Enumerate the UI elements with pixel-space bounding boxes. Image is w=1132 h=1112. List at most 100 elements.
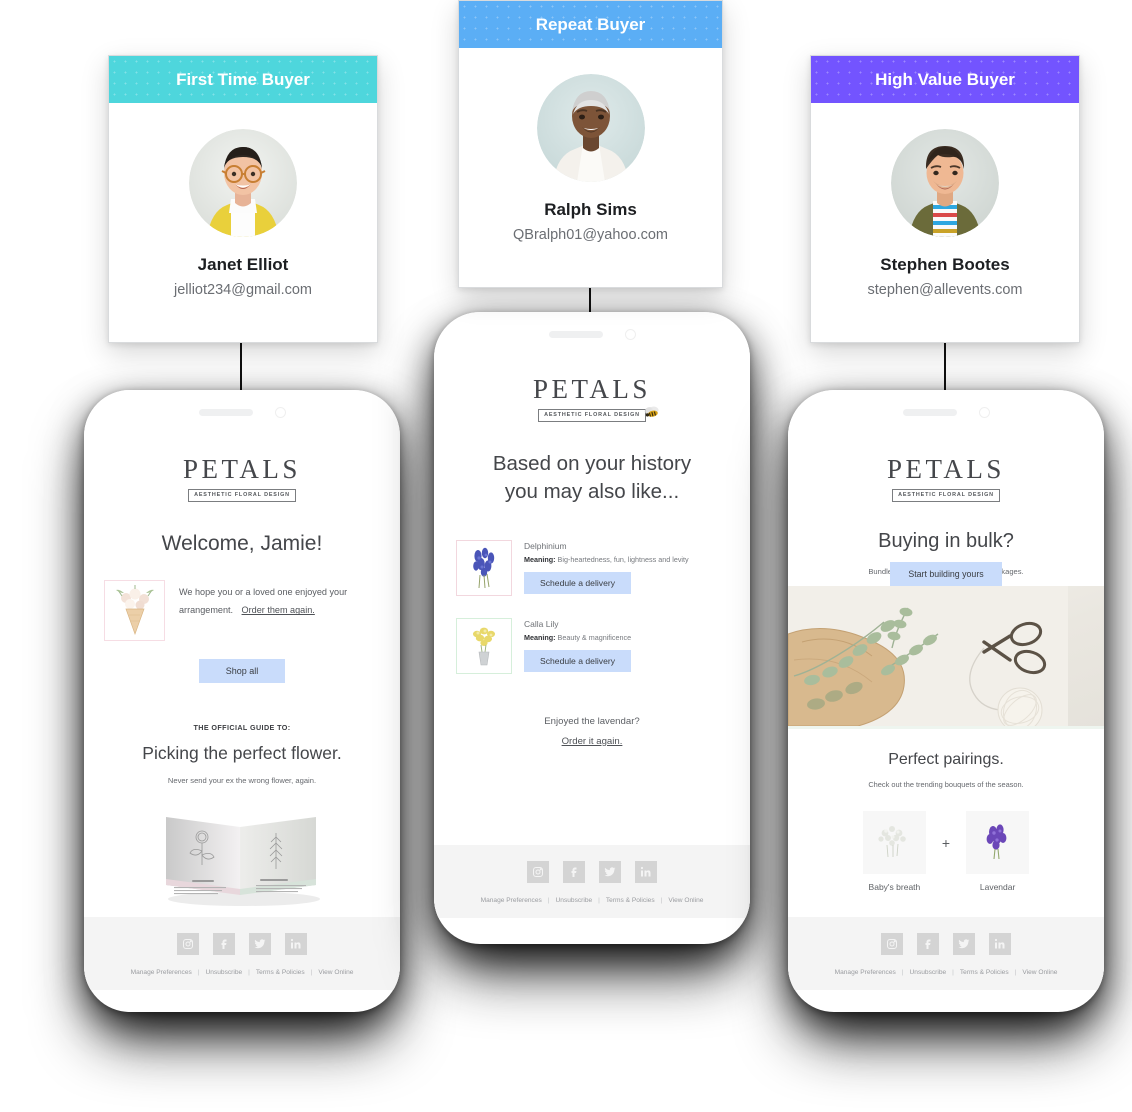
card-body: Stephen Bootes stephen@allevents.com: [811, 103, 1079, 324]
product-meaning: Meaning: Beauty & magnificence: [524, 633, 631, 642]
pairings-title: Perfect pairings.: [888, 750, 1004, 768]
recommendations-heading-line2: you may also like...: [504, 479, 680, 503]
avatar-photo-janet: [189, 129, 297, 237]
hero-divider: [788, 725, 1104, 729]
lavendar-thumb: [966, 810, 1030, 874]
footer-sep: |: [197, 969, 200, 976]
start-building-button[interactable]: Start building yours: [890, 561, 1002, 586]
email-screen-bulk: PETALS AESTHETIC FLORAL DESIGN Buying in…: [788, 434, 1104, 990]
profile-card-high-value-buyer[interactable]: High Value Buyer Stephen Bootes stephen@…: [810, 55, 1080, 343]
social-links: [84, 933, 400, 955]
meaning-value: Beauty & magnificence: [557, 632, 632, 642]
product-row-delphinium: Delphinium Meaning: Big-heartedness, fun…: [434, 539, 750, 596]
footer-link-unsubscribe[interactable]: Unsubscribe: [556, 897, 593, 904]
footer-link-manage-preferences[interactable]: Manage Preferences: [835, 969, 896, 976]
footer-link-terms-policies[interactable]: Terms & Policies: [960, 969, 1009, 976]
footer-link-manage-preferences[interactable]: Manage Preferences: [131, 969, 192, 976]
footer-link-terms-policies[interactable]: Terms & Policies: [256, 969, 305, 976]
facebook-icon[interactable]: [563, 861, 585, 883]
schedule-delivery-button-calla-lily[interactable]: Schedule a delivery: [524, 649, 632, 672]
lavendar-icon: [986, 824, 1006, 860]
welcome-hero-block: We hope you or a loved one enjoyed your …: [84, 579, 400, 641]
footer-sep: |: [901, 969, 904, 976]
email-screen-welcome: PETALS AESTHETIC FLORAL DESIGN Welcome, …: [84, 434, 400, 990]
composition-canvas: PETALS AESTHETIC FLORAL DESIGN Welcome, …: [0, 0, 1132, 1112]
twitter-icon[interactable]: [249, 933, 271, 955]
product-name: Delphinium: [524, 540, 567, 551]
footer-link-manage-preferences[interactable]: Manage Preferences: [481, 897, 542, 904]
footer-sep: |: [660, 897, 663, 904]
babys-breath-icon: [878, 826, 907, 858]
phone-speaker: [548, 330, 603, 338]
instagram-icon[interactable]: [881, 933, 903, 955]
pairings-subtitle: Check out the trending bouquets of the s…: [868, 779, 1024, 789]
profile-card-first-time-buyer[interactable]: First Time Buyer Janet Elliot jelliot234…: [108, 55, 378, 343]
avatar-janet-elliot: [189, 129, 297, 237]
pairing-item-babys-breath[interactable]: Baby's breath: [862, 810, 926, 892]
reorder-question: Enjoyed the lavendar?: [544, 715, 640, 727]
twitter-icon[interactable]: [599, 861, 621, 883]
footer-sep: |: [1014, 969, 1017, 976]
footer-link-terms-policies[interactable]: Terms & Policies: [606, 897, 655, 904]
petals-wordmark: PETALS: [887, 454, 1005, 484]
card-email: QBralph01@yahoo.com: [513, 227, 668, 243]
footer-sep: |: [310, 969, 313, 976]
bulk-hero-illustration: [788, 585, 1068, 726]
card-badge-repeat-buyer: Repeat Buyer: [459, 1, 722, 48]
avatar-stephen-bootes: [891, 129, 999, 237]
petals-tagline: AESTHETIC FLORAL DESIGN: [538, 408, 646, 422]
delphinium-icon: [473, 547, 495, 588]
twitter-icon[interactable]: [953, 933, 975, 955]
footer-link-unsubscribe[interactable]: Unsubscribe: [206, 969, 243, 976]
instagram-icon[interactable]: [527, 861, 549, 883]
footer-link-view-online[interactable]: View Online: [318, 969, 353, 976]
email-footer: Manage Preferences | Unsubscribe | Terms…: [84, 917, 400, 990]
petals-wordmark: PETALS: [183, 454, 301, 484]
delphinium-thumb: [456, 539, 512, 596]
card-name: Stephen Bootes: [880, 255, 1010, 274]
card-name: Janet Elliot: [197, 255, 289, 274]
instagram-icon[interactable]: [177, 933, 199, 955]
footer-links: Manage Preferences | Unsubscribe | Terms…: [84, 969, 400, 976]
schedule-delivery-button-delphinium[interactable]: Schedule a delivery: [524, 571, 632, 594]
card-name: Ralph Sims: [544, 200, 637, 219]
avatar-ralph-sims: [536, 74, 645, 182]
open-book-illustration: [166, 816, 320, 906]
footer-sep: |: [952, 969, 954, 976]
linkedin-icon[interactable]: [285, 933, 307, 955]
facebook-icon[interactable]: [213, 933, 235, 955]
footer-link-view-online[interactable]: View Online: [1022, 969, 1057, 976]
bulk-heading: Buying in bulk?: [878, 529, 1014, 552]
bulk-hero-block: Start building yours: [788, 561, 1104, 726]
reorder-block: Enjoyed the lavendar? Order it again.: [434, 716, 750, 747]
pairing-item-lavendar[interactable]: Lavendar: [966, 810, 1030, 892]
footer-link-view-online[interactable]: View Online: [668, 897, 703, 904]
product-name: Calla Lily: [524, 618, 559, 629]
phone-notch: [788, 390, 1104, 434]
linkedin-icon[interactable]: [989, 933, 1011, 955]
order-again-link[interactable]: Order them again.: [242, 605, 315, 615]
eucalyptus-wrapping-paper-scissors: [788, 585, 1104, 726]
footer-links: Manage Preferences | Unsubscribe | Terms…: [434, 897, 750, 904]
card-email: stephen@allevents.com: [867, 282, 1023, 298]
profile-card-repeat-buyer[interactable]: Repeat Buyer Ralph Sims QBralph01@yahoo.…: [458, 0, 723, 288]
email-screen-recommendations: PETALS AESTHETIC FLORAL DESIGN Based on …: [434, 356, 750, 918]
bouquet-cone-illustration: [104, 579, 165, 641]
reorder-link[interactable]: Order it again.: [434, 736, 750, 747]
bulk-cta-row: Start building yours: [788, 561, 1104, 586]
facebook-icon[interactable]: [917, 933, 939, 955]
guide-eyebrow: THE OFFICIAL GUIDE TO:: [193, 722, 291, 732]
shop-all-button[interactable]: Shop all: [199, 658, 285, 683]
meaning-value: Big-heartedness, fun, lightness and levi…: [557, 554, 689, 564]
footer-sep: |: [547, 897, 550, 904]
babys-breath-thumb: [862, 810, 926, 874]
phone-notch: [434, 312, 750, 356]
footer-sep: |: [598, 897, 600, 904]
petals-wordmark: PETALS: [533, 374, 651, 404]
phone-mockup-recommendations-email: PETALS AESTHETIC FLORAL DESIGN Based on …: [434, 312, 750, 944]
bee-icon: [642, 404, 662, 425]
petals-logo: PETALS AESTHETIC FLORAL DESIGN: [84, 434, 400, 502]
linkedin-icon[interactable]: [635, 861, 657, 883]
pairing-plus: +: [941, 835, 951, 851]
footer-link-unsubscribe[interactable]: Unsubscribe: [910, 969, 947, 976]
